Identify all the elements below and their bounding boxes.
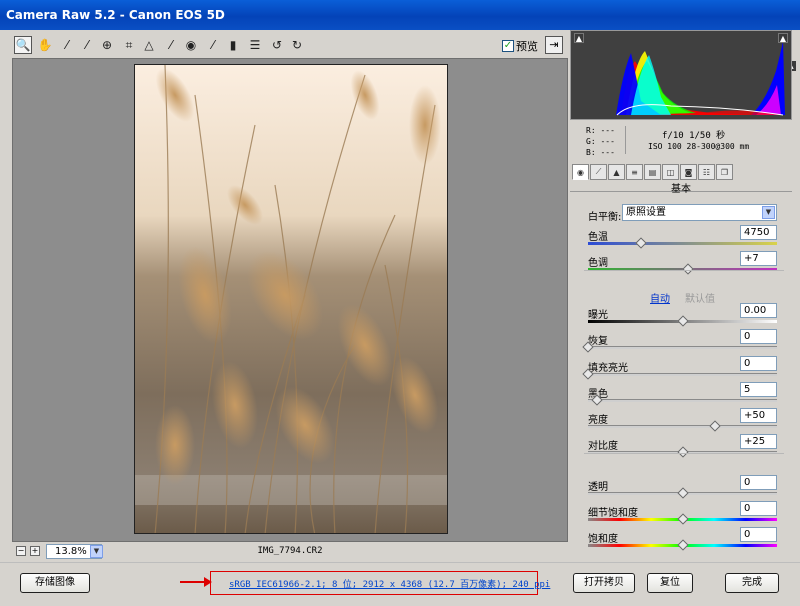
adjustment-slider-thumb[interactable] (676, 315, 689, 327)
adjustment-label: 色调 (588, 258, 608, 269)
split-toning-tab-icon[interactable]: ▤ (644, 164, 661, 180)
preview-area: 🔍 ✋ ⁄ ⁄ ⊕ ⌗ △ ⁄ ◉ ⁄ ▮ ☰ ↺ ↻ ✓ 预览 ⇥ − + 1… (12, 30, 568, 562)
rotate-right-icon[interactable]: ↻ (288, 36, 306, 54)
camera-raw-dialog: 🔍 ✋ ⁄ ⁄ ⊕ ⌗ △ ⁄ ◉ ⁄ ▮ ☰ ↺ ↻ ✓ 预览 ⇥ − + 1… (0, 30, 800, 606)
straighten-tool-icon[interactable]: △ (140, 36, 158, 54)
presets-tab-icon[interactable]: ☷ (698, 164, 715, 180)
adjustment-label: 透明 (588, 482, 608, 493)
graduated-filter-icon[interactable]: ▮ (224, 36, 242, 54)
panel-tabs: ◉ ⟋ ▲ ≡ ▤ ◫ ◙ ☷ ❐ (570, 164, 792, 180)
aperture-shutter: f/10 1/50 秒 (662, 131, 726, 141)
adjustment-value-input[interactable]: 0.00 (740, 303, 777, 318)
adjustment-value-input[interactable]: +25 (740, 434, 777, 449)
adjustments-panel: ▲ ▲ R: --- G: --- B: --- f/10 1/50 秒 ISO… (570, 30, 796, 562)
status-bar: − + 13.8% ▼ IMG_7794.CR2 (12, 542, 568, 562)
adjustment-value-input[interactable]: 0 (740, 356, 777, 371)
white-balance-select[interactable]: 原照设置 ▼ (622, 204, 777, 221)
iso-lens: ISO 100 28-300@300 mm (648, 142, 750, 151)
rgb-readout: R: --- G: --- B: --- (586, 126, 615, 157)
save-image-button[interactable]: 存储图像 (20, 573, 90, 593)
adjustment-label: 色温 (588, 232, 608, 243)
adjustment-slider-track[interactable] (588, 346, 777, 349)
crop-tool-icon[interactable]: ⌗ (120, 36, 138, 54)
lens-corrections-tab-icon[interactable]: ◫ (662, 164, 679, 180)
panel-divider (584, 453, 784, 454)
adjustment-value-input[interactable]: 5 (740, 382, 777, 397)
histogram: ▲ ▲ (570, 30, 792, 120)
tool-bar: 🔍 ✋ ⁄ ⁄ ⊕ ⌗ △ ⁄ ◉ ⁄ ▮ ☰ ↺ ↻ ✓ 预览 ⇥ (12, 30, 568, 58)
photo-preview (134, 64, 448, 534)
adjustment-label: 亮度 (588, 415, 608, 426)
shadow-clipping-icon[interactable]: ▲ (574, 33, 584, 43)
window-title: Camera Raw 5.2 - Canon EOS 5D (6, 8, 225, 22)
window-title-bar: Camera Raw 5.2 - Canon EOS 5D (0, 0, 800, 30)
open-copy-button[interactable]: 打开拷贝 (573, 573, 635, 593)
highlight-clipping-warning-icon[interactable]: ▲ (778, 33, 788, 43)
adjustment-value-input[interactable]: +7 (740, 251, 777, 266)
snapshots-tab-icon[interactable]: ❐ (716, 164, 733, 180)
adjustment-value-input[interactable]: 0 (740, 527, 777, 542)
adjustment-slider-thumb[interactable] (676, 539, 689, 551)
panel-divider (584, 270, 784, 271)
camera-calibration-tab-icon[interactable]: ◙ (680, 164, 697, 180)
basic-tab-icon[interactable]: ◉ (572, 164, 589, 180)
white-balance-tool-icon[interactable]: ⁄ (58, 36, 76, 54)
chevron-down-icon[interactable]: ▼ (762, 206, 775, 219)
reed-photo-image (135, 65, 447, 533)
zoom-tool-icon[interactable]: 🔍 (14, 36, 32, 54)
default-link[interactable]: 默认值 (685, 290, 715, 305)
adjustment-value-input[interactable]: +50 (740, 408, 777, 423)
adjustment-slider-thumb[interactable] (682, 263, 694, 275)
red-eye-removal-tool-icon[interactable]: ◉ (182, 36, 200, 54)
preview-toggle[interactable]: ✓ 预览 (502, 38, 538, 54)
histogram-graph (571, 31, 791, 119)
white-balance-value: 原照设置 (626, 207, 666, 218)
workflow-options-link[interactable]: sRGB IEC61966-2.1; 8 位; 2912 x 4368 (12.… (229, 577, 550, 590)
adjustment-slider-track[interactable] (588, 242, 777, 245)
detail-tab-icon[interactable]: ▲ (608, 164, 625, 180)
dialog-footer: 存储图像 sRGB IEC61966-2.1; 8 位; 2912 x 4368… (0, 562, 800, 606)
image-info: R: --- G: --- B: --- f/10 1/50 秒 ISO 100… (570, 122, 792, 158)
adjustment-value-input[interactable]: 4750 (740, 225, 777, 240)
annotation-arrow (180, 577, 212, 587)
adjustment-slider-thumb[interactable] (676, 446, 689, 458)
rotate-left-icon[interactable]: ↺ (268, 36, 286, 54)
done-button[interactable]: 完成 (725, 573, 779, 593)
image-canvas[interactable] (12, 58, 568, 542)
adjustment-slider-thumb[interactable] (635, 237, 647, 249)
adjustment-value-input[interactable]: 0 (740, 501, 777, 516)
adjustment-label: 填充亮光 (588, 363, 628, 374)
adjustment-label: 曝光 (588, 310, 608, 321)
full-screen-icon[interactable]: ⇥ (545, 36, 563, 54)
adjustment-slider-track[interactable] (588, 425, 777, 428)
adjustment-value-input[interactable]: 0 (740, 475, 777, 490)
reset-button[interactable]: 复位 (647, 573, 693, 593)
hsl-tab-icon[interactable]: ≡ (626, 164, 643, 180)
adjustment-label: 对比度 (588, 441, 618, 452)
preview-checkbox[interactable]: ✓ (502, 40, 514, 52)
adjustment-label: 饱和度 (588, 534, 618, 545)
adjustment-slider-thumb[interactable] (708, 420, 721, 432)
adjustment-slider-track[interactable] (588, 373, 777, 376)
color-sampler-tool-icon[interactable]: ⁄ (78, 36, 96, 54)
tone-curve-tab-icon[interactable]: ⟋ (590, 164, 607, 180)
adjustment-slider-track[interactable] (588, 399, 777, 402)
preview-label: 预览 (516, 40, 538, 53)
adjustment-label: 细节饱和度 (588, 508, 638, 519)
panel-title: 基本 (570, 180, 792, 195)
auto-link[interactable]: 自动 (650, 290, 670, 305)
adjustment-brush-icon[interactable]: ⁄ (204, 36, 222, 54)
spot-removal-tool-icon[interactable]: ⁄ (162, 36, 180, 54)
adjustment-value-input[interactable]: 0 (740, 329, 777, 344)
divider (625, 126, 626, 154)
hand-tool-icon[interactable]: ✋ (36, 36, 54, 54)
target-adjustment-tool-icon[interactable]: ⊕ (98, 36, 116, 54)
adjustment-slider-thumb[interactable] (676, 513, 689, 525)
preferences-icon[interactable]: ☰ (246, 36, 264, 54)
file-name: IMG_7794.CR2 (257, 546, 323, 556)
adjustment-slider-thumb[interactable] (676, 487, 689, 499)
white-balance-label: 白平衡: (588, 212, 622, 223)
